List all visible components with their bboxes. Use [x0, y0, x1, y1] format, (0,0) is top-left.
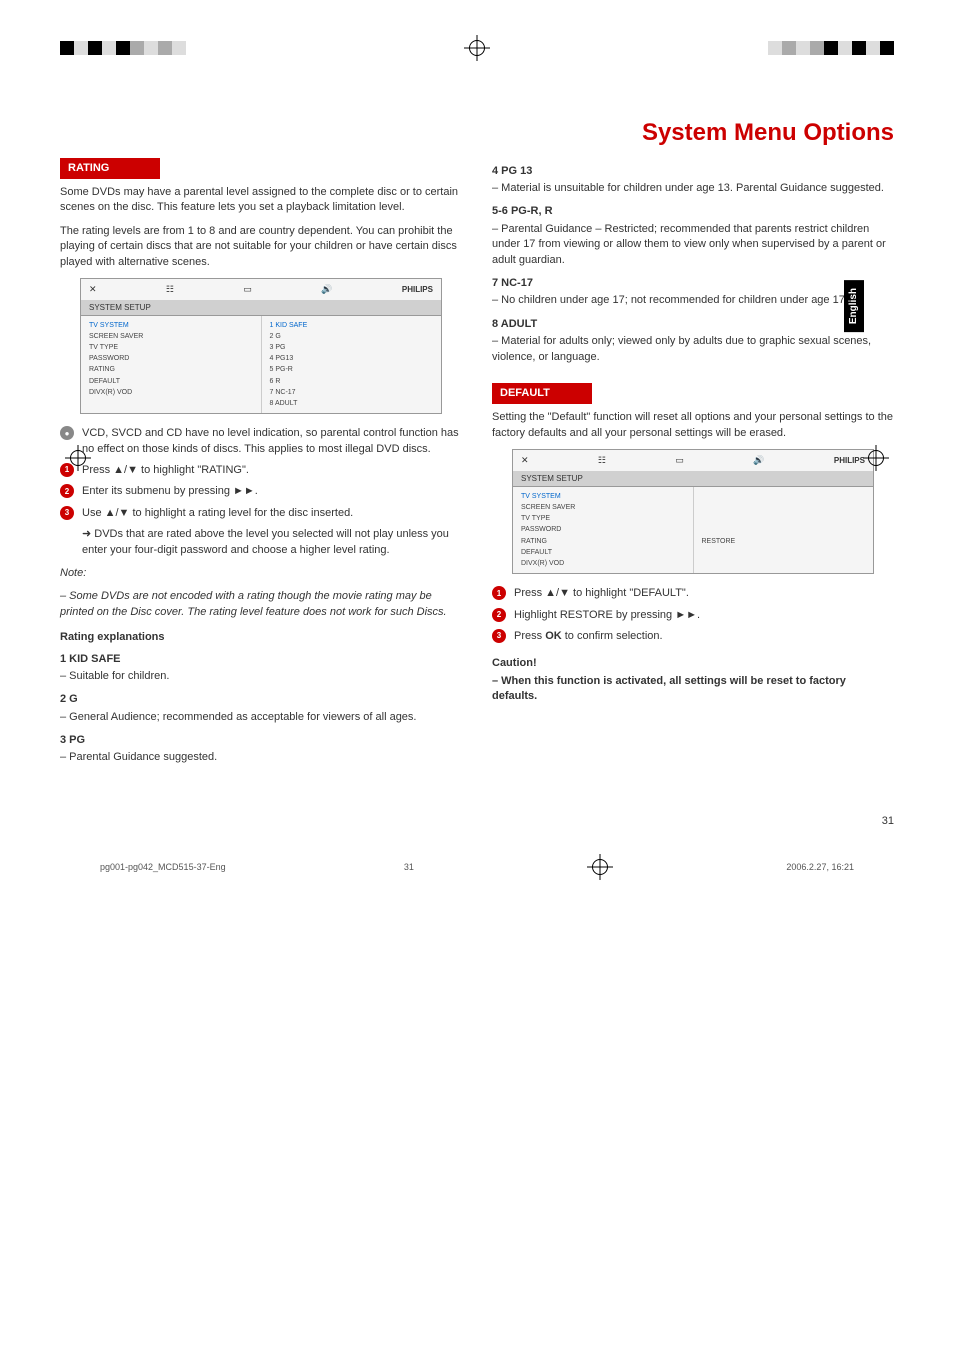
rating-intro-1: Some DVDs may have a parental level assi… [60, 185, 462, 216]
menu-left-list: TV SYSTEM SCREEN SAVER TV TYPE PASSWORD … [81, 316, 261, 414]
level-5-6-header: 5-6 PG-R, R [492, 204, 894, 219]
rating-section-header: RATING [60, 158, 160, 179]
level-7-header: 7 NC-17 [492, 276, 894, 291]
crosshair-icon [469, 40, 485, 56]
page-number: 31 [60, 814, 894, 829]
footer-filename: pg001-pg042_MCD515-37-Eng [100, 861, 226, 874]
default-step-1-text: Press ▲/▼ to highlight "DEFAULT". [514, 586, 894, 601]
speaker-icon: 🔊 [753, 454, 764, 467]
footer-crosshair-icon [592, 859, 608, 875]
default-step-2-icon: 2 [492, 608, 506, 622]
level-2-header: 2 G [60, 692, 462, 707]
caution-body: – When this function is activated, all s… [492, 674, 894, 705]
right-column: 4 PG 13 – Material is unsuitable for chi… [492, 158, 894, 774]
default-menu-screenshot: ✕ ☷ ▭ 🔊 PHILIPS SYSTEM SETUP TV SYSTEM S… [512, 449, 874, 574]
level-1-body: – Suitable for children. [60, 669, 462, 684]
level-8-body: – Material for adults only; viewed only … [492, 334, 894, 365]
footer-page: 31 [404, 861, 414, 874]
step-3-icon: 3 [60, 506, 74, 520]
step-3-subtext: ➜ DVDs that are rated above the level yo… [82, 527, 462, 558]
note-body: – Some DVDs are not encoded with a ratin… [60, 589, 462, 620]
default-step-3-text: Press OK to confirm selection. [514, 629, 894, 644]
step-1-text: Press ▲/▼ to highlight "RATING". [82, 463, 462, 478]
display-icon: ▭ [675, 454, 684, 467]
speaker-icon: 🔊 [321, 283, 332, 296]
level-4-body: – Material is unsuitable for children un… [492, 181, 894, 196]
level-3-body: – Parental Guidance suggested. [60, 750, 462, 765]
footer: pg001-pg042_MCD515-37-Eng 31 2006.2.27, … [60, 859, 894, 875]
default-intro: Setting the "Default" function will rese… [492, 410, 894, 441]
default-step-2-text: Highlight RESTORE by pressing ►►. [514, 608, 894, 623]
menu-tab-label: SYSTEM SETUP [81, 300, 441, 316]
menu-left-list: TV SYSTEM SCREEN SAVER TV TYPE PASSWORD … [513, 487, 693, 573]
default-step-3-icon: 3 [492, 629, 506, 643]
tools-icon: ✕ [89, 283, 97, 296]
brand-label: PHILIPS [834, 455, 865, 466]
vcd-note: VCD, SVCD and CD have no level indicatio… [82, 426, 462, 457]
default-step-1-icon: 1 [492, 586, 506, 600]
level-5-6-body: – Parental Guidance – Restricted; recomm… [492, 222, 894, 268]
note-label: Note: [60, 566, 462, 581]
brand-label: PHILIPS [402, 284, 433, 295]
left-column: RATING Some DVDs may have a parental lev… [60, 158, 462, 774]
rating-intro-2: The rating levels are from 1 to 8 and ar… [60, 224, 462, 270]
level-1-header: 1 KID SAFE [60, 652, 462, 667]
rating-menu-screenshot: ✕ ☷ ▭ 🔊 PHILIPS SYSTEM SETUP TV SYSTEM S… [80, 278, 442, 414]
side-crosshair-left [70, 450, 86, 466]
step-3-text: Use ▲/▼ to highlight a rating level for … [82, 506, 462, 521]
rating-explanations-header: Rating explanations [60, 630, 462, 645]
level-2-body: – General Audience; recommended as accep… [60, 710, 462, 725]
default-section-header: DEFAULT [492, 383, 592, 404]
level-7-body: – No children under age 17; not recommen… [492, 293, 894, 308]
step-2-text: Enter its submenu by pressing ►►. [82, 484, 462, 499]
tools-icon: ✕ [521, 454, 529, 467]
footer-timestamp: 2006.2.27, 16:21 [786, 861, 854, 874]
side-crosshair-right [868, 450, 884, 466]
menu-tab-label: SYSTEM SETUP [513, 471, 873, 487]
step-2-icon: 2 [60, 484, 74, 498]
language-tab: English [844, 280, 864, 332]
bullet-dot-icon: ● [60, 426, 74, 440]
caution-header: Caution! [492, 656, 894, 671]
equalizer-icon: ☷ [598, 454, 606, 467]
menu-right-value: RESTORE [693, 487, 874, 573]
level-3-header: 3 PG [60, 733, 462, 748]
level-4-header: 4 PG 13 [492, 164, 894, 179]
menu-right-list: 1 KID SAFE 2 G 3 PG 4 PG13 5 PG-R 6 R 7 … [261, 316, 442, 414]
level-8-header: 8 ADULT [492, 317, 894, 332]
page-title: System Menu Options [60, 116, 894, 150]
registration-marks-top [60, 40, 894, 56]
equalizer-icon: ☷ [166, 283, 174, 296]
display-icon: ▭ [243, 283, 252, 296]
